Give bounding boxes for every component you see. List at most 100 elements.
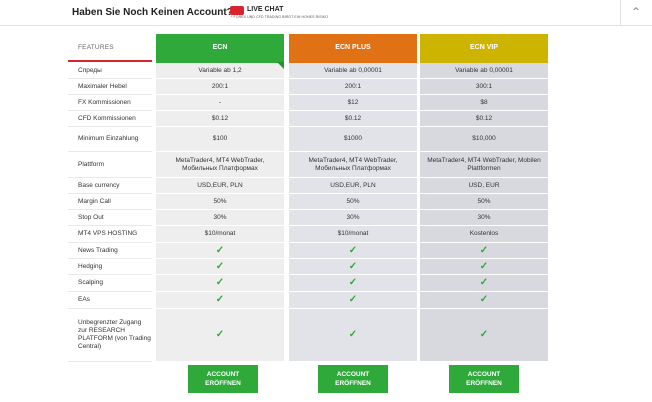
table-cell: Variable ab 0,00001 [289, 63, 417, 79]
column-header-ecn-vip: ECN VIP [420, 34, 548, 63]
chat-bubble-icon [230, 6, 244, 15]
table-cell-value: 200:1 [211, 82, 229, 90]
feature-label: EAs [68, 292, 152, 309]
table-cell: $10/monat [156, 226, 284, 243]
feature-label: Stop Out [68, 210, 152, 226]
feature-label: Plattform [68, 152, 152, 178]
table-cell: ✓ [420, 243, 548, 259]
table-cell-value: $10/monat [337, 230, 369, 237]
table-cell-value: MetaTrader4, MT4 WebTrader, Mobilen Plat… [427, 156, 541, 172]
table-cell: 30% [289, 210, 417, 226]
table-cell: $8 [420, 95, 548, 111]
table-cell: $0.12 [420, 111, 548, 127]
table-cell: ✓ [156, 243, 284, 259]
check-icon: ✓ [215, 260, 225, 272]
table-cell-value: MetaTrader4, MT4 WebTrader, Мобильных Пл… [308, 156, 398, 172]
top-bar: Haben Sie Noch Keinen Account? LIVE CHAT… [0, 0, 652, 26]
table-cell-value: 50% [213, 197, 227, 205]
table-cell: $0.12 [289, 111, 417, 127]
feature-label: CFD Kommissionen [68, 111, 152, 127]
table-cell-value: USD, EUR [468, 181, 500, 189]
table-cell-value: USD,EUR, PLN [330, 181, 376, 189]
feature-label: Scalping [68, 275, 152, 292]
feature-label: Base currency [68, 178, 152, 194]
check-icon: ✓ [479, 277, 489, 288]
table-cell: ✓ [289, 309, 417, 362]
table-cell-value: $8 [480, 98, 488, 106]
table-cell-value: Variable ab 0,00001 [455, 66, 513, 74]
check-icon: ✓ [479, 294, 489, 305]
table-cell: ✓ [289, 275, 417, 292]
check-icon: ✓ [215, 294, 225, 305]
table-cell-value: $1000 [343, 135, 363, 142]
table-cell: 30% [156, 210, 284, 226]
table-cell-value: $0.12 [344, 114, 362, 122]
table-cell: MetaTrader4, MT4 WebTrader, Mobilen Plat… [420, 152, 548, 178]
table-cell: USD,EUR, PLN [156, 178, 284, 194]
check-icon: ✓ [348, 244, 358, 256]
table-cell: $12 [289, 95, 417, 111]
feature-label: Unbegrenzter Zugang zur RESEARCH PLATFOR… [68, 309, 152, 362]
table-cell-value: Variable ab 1,2 [198, 66, 242, 74]
feature-label: Спреды [68, 63, 152, 79]
table-cell-value: $0.12 [475, 114, 493, 122]
table-cell: 50% [420, 194, 548, 210]
table-cell: USD, EUR [420, 178, 548, 194]
open-account-button-ecn-vip[interactable]: ACCOUNT ERÖFFNEN [449, 365, 519, 393]
table-cell: ✓ [420, 292, 548, 309]
table-cell-value: 200:1 [344, 82, 362, 90]
check-icon: ✓ [215, 277, 225, 288]
table-cell: ✓ [156, 309, 284, 362]
table-cell: ✓ [420, 275, 548, 292]
column-header-ecn: ECN [156, 34, 284, 63]
table-cell: USD,EUR, PLN [289, 178, 417, 194]
table-cell-value: $100 [212, 135, 228, 142]
live-chat-label: LIVE CHAT [247, 6, 284, 13]
table-cell: $10/monat [289, 226, 417, 243]
table-cell-value: 50% [346, 197, 360, 205]
check-icon: ✓ [348, 277, 358, 288]
features-header: FEATURES [68, 34, 152, 62]
table-cell: ✓ [420, 309, 548, 362]
table-cell: 30% [420, 210, 548, 226]
divider [620, 0, 621, 26]
table-cell-value: MetaTrader4, MT4 WebTrader, Мобильных Пл… [175, 156, 265, 172]
table-cell-value: 30% [213, 213, 227, 221]
table-cell: 50% [156, 194, 284, 210]
check-icon: ✓ [348, 294, 358, 305]
table-cell: MetaTrader4, MT4 WebTrader, Мобильных Пл… [156, 152, 284, 178]
table-cell: 300:1 [420, 79, 548, 95]
table-cell: $1000 [289, 127, 417, 152]
open-account-button-ecn[interactable]: ACCOUNT ERÖFFNEN [188, 365, 258, 393]
table-cell-value: Kostenlos [469, 230, 499, 237]
table-cell: Variable ab 0,00001 [420, 63, 548, 79]
check-icon: ✓ [215, 329, 225, 340]
table-cell: 200:1 [156, 79, 284, 95]
table-cell: MetaTrader4, MT4 WebTrader, Мобильных Пл… [289, 152, 417, 178]
table-cell-value: 50% [477, 197, 491, 205]
feature-label: Maximaler Hebel [68, 79, 152, 95]
table-cell: $10,000 [420, 127, 548, 152]
table-cell-value: USD,EUR, PLN [197, 181, 243, 189]
feature-label: Hedging [68, 259, 152, 275]
table-cell: ✓ [289, 259, 417, 275]
risk-warning: * FOREX UND CFD TRADING BIRGT EIN HOHES … [231, 15, 329, 19]
open-account-button-ecn-plus[interactable]: ACCOUNT ERÖFFNEN [318, 365, 388, 393]
table-cell: ✓ [289, 292, 417, 309]
table-cell-value: Variable ab 0,00001 [324, 66, 382, 74]
check-icon: ✓ [479, 244, 489, 256]
table-cell-value: $10,000 [472, 135, 496, 142]
table-cell-value: - [218, 98, 222, 106]
table-cell: ✓ [289, 243, 417, 259]
table-cell-value: 30% [346, 213, 360, 221]
chevron-up-icon[interactable]: ⌃ [629, 5, 643, 19]
table-cell: 200:1 [289, 79, 417, 95]
check-icon: ✓ [348, 329, 358, 340]
feature-label: FX Kommissionen [68, 95, 152, 111]
table-cell-value: $0.12 [211, 114, 229, 122]
table-cell: 50% [289, 194, 417, 210]
table-cell: ✓ [156, 275, 284, 292]
table-cell: $100 [156, 127, 284, 152]
check-icon: ✓ [348, 260, 358, 272]
table-cell: ✓ [420, 259, 548, 275]
